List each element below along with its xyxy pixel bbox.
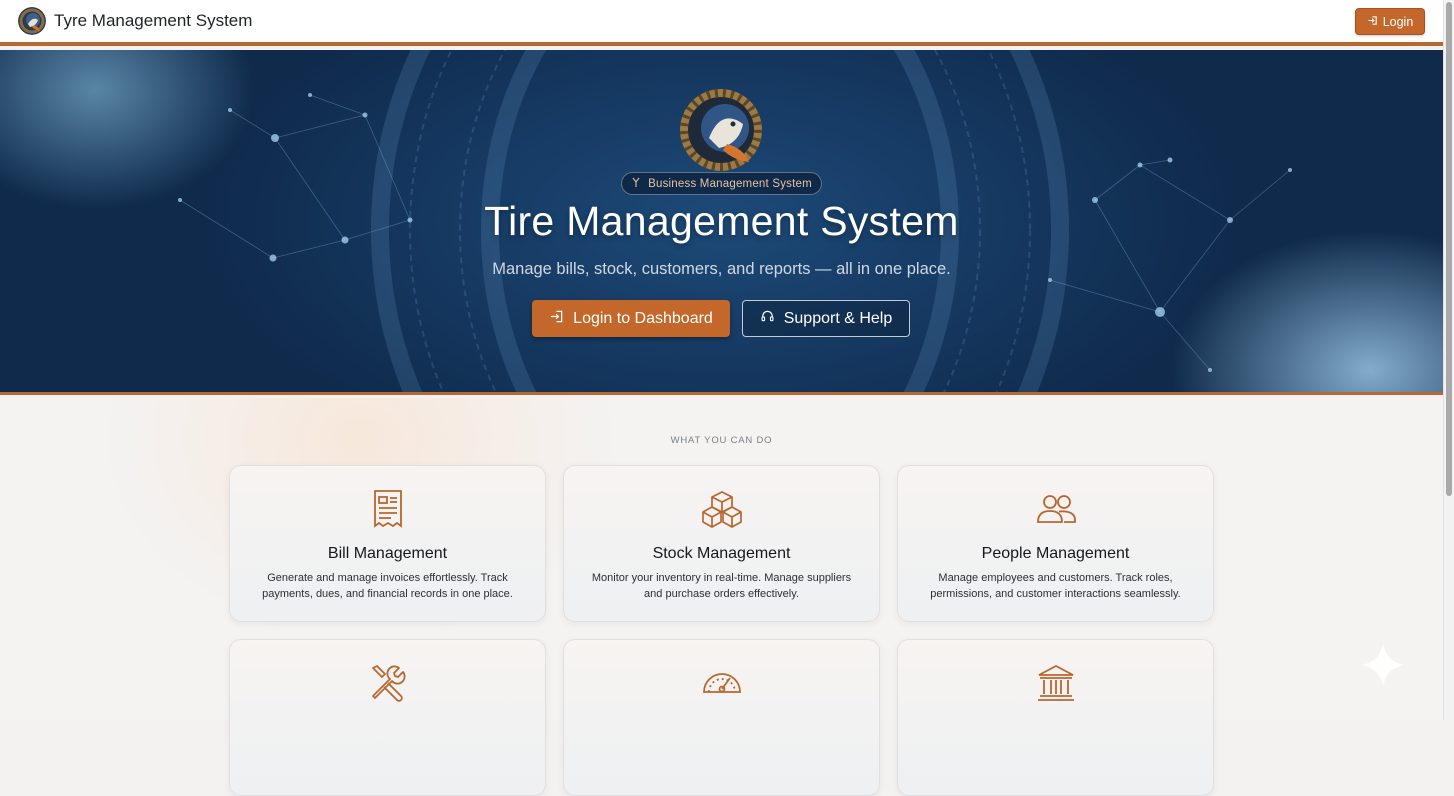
tools-icon (367, 662, 409, 704)
feature-card-dashboard[interactable] (563, 639, 880, 796)
speedometer-icon (701, 662, 743, 704)
login-button[interactable]: Login (1355, 8, 1425, 35)
people-icon (1035, 488, 1077, 530)
support-help-button[interactable]: Support & Help (742, 300, 910, 337)
headset-icon (760, 309, 775, 329)
card-title: People Management (981, 545, 1130, 562)
card-description: Monitor your inventory in real-time. Man… (591, 572, 852, 600)
login-arrow-icon (549, 309, 564, 329)
feature-card-people-management[interactable]: People Management Manage employees and c… (897, 465, 1214, 622)
hero-title: Tire Management System (484, 198, 959, 244)
sparkle-icon (1361, 643, 1405, 687)
hero-subtitle: Manage bills, stock, customers, and repo… (492, 260, 951, 278)
receipt-icon (367, 488, 409, 530)
feature-card-bill-management[interactable]: Bill Management Generate and manage invo… (229, 465, 546, 622)
bank-icon (1035, 662, 1077, 704)
card-description: Generate and manage invoices effortlessl… (262, 572, 513, 600)
login-to-dashboard-button[interactable]: Login to Dashboard (532, 300, 730, 337)
feature-card-finance[interactable] (897, 639, 1214, 796)
top-navbar: Tyre Management System Login (0, 0, 1443, 46)
support-help-label: Support & Help (783, 309, 893, 327)
brand-logo[interactable] (18, 7, 46, 35)
hero-badge: Business Management System (621, 172, 822, 195)
scrollbar-thumb[interactable] (1446, 2, 1452, 496)
hero-logo (677, 86, 765, 174)
feature-card-tools[interactable] (229, 639, 546, 796)
login-to-dashboard-label: Login to Dashboard (573, 309, 713, 327)
hero-badge-label: Business Management System (648, 177, 812, 190)
card-title: Bill Management (327, 545, 448, 562)
branch-icon (631, 177, 641, 191)
login-arrow-icon (1367, 15, 1378, 29)
section-label: WHAT YOU CAN DO (670, 435, 773, 446)
features-section: WHAT YOU CAN DO Bill Management Generate… (0, 398, 1443, 796)
login-button-label: Login (1382, 14, 1414, 29)
page-scrollbar[interactable] (1443, 0, 1454, 720)
hero-section: Business Management System Tire Manageme… (0, 50, 1443, 395)
feature-card-stock-management[interactable]: Stock Management Monitor your inventory … (563, 465, 880, 622)
card-title: Stock Management (652, 545, 791, 562)
boxes-icon (701, 488, 743, 530)
brand-title[interactable]: Tyre Management System (54, 11, 252, 31)
card-description: Manage employees and customers. Track ro… (930, 572, 1181, 600)
